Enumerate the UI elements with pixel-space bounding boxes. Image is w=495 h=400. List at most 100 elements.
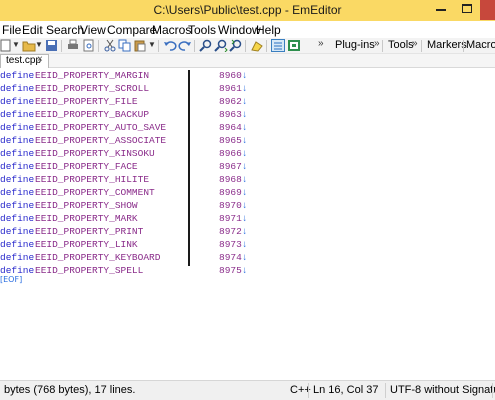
- document-tab-bar: test.cpp ×: [0, 54, 495, 68]
- toolbar-overflow-chevron[interactable]: »: [318, 38, 324, 49]
- newline-mark: ↓: [241, 174, 248, 185]
- macros-toolbar-label[interactable]: Macros: [466, 39, 495, 51]
- undo-icon[interactable]: [163, 39, 177, 52]
- macro-value-number: 8961: [219, 83, 242, 94]
- macro-value: 8971↓: [219, 212, 248, 225]
- close-button[interactable]: [480, 0, 495, 20]
- menu-view[interactable]: View: [80, 23, 106, 37]
- tab-test-cpp[interactable]: test.cpp ×: [0, 54, 49, 68]
- macro-value: 8970↓: [219, 199, 248, 212]
- newline-mark: ↓: [241, 148, 248, 159]
- menu-tools[interactable]: Tools: [188, 23, 216, 37]
- toolbar-separator: [463, 40, 464, 52]
- newline-mark: ↓: [241, 239, 248, 250]
- toggle-view-icon[interactable]: [271, 39, 285, 52]
- menu-search[interactable]: Search: [46, 23, 84, 37]
- code-line: define EEID_PROPERTY_LINK 8973↓: [0, 238, 495, 251]
- redo-icon[interactable]: [178, 39, 192, 52]
- save-icon[interactable]: [45, 39, 59, 52]
- menu-macros[interactable]: Macros: [152, 23, 191, 37]
- status-position[interactable]: Ln 16, Col 37: [313, 384, 378, 396]
- tools-overflow-chevron[interactable]: »: [412, 38, 418, 49]
- macro-value-number: 8972: [219, 226, 242, 237]
- plugins-overflow-chevron[interactable]: »: [374, 38, 380, 49]
- eof-marker: [EOF]: [0, 275, 23, 284]
- define-keyword: define: [0, 226, 35, 237]
- newline-mark: ↓: [241, 135, 248, 146]
- minimize-icon: [436, 9, 446, 11]
- macro-value: 8967↓: [219, 160, 248, 173]
- toolbar-separator: [421, 40, 422, 52]
- menu-edit[interactable]: Edit: [22, 23, 43, 37]
- highlight-icon[interactable]: [250, 39, 264, 52]
- copy-icon[interactable]: [118, 39, 132, 52]
- define-keyword: define: [0, 161, 35, 172]
- define-keyword: define: [0, 213, 35, 224]
- toolbar: ▼ ▼ ▼ » Plug-ins » Tools » Markers Macro…: [0, 38, 495, 54]
- macro-value: 8960↓: [219, 69, 248, 82]
- newline-mark: ↓: [241, 226, 248, 237]
- print-icon[interactable]: [66, 39, 80, 52]
- newline-mark: ↓: [241, 70, 248, 81]
- chevron-down-icon[interactable]: ▼: [148, 40, 156, 49]
- tools-toolbar-label[interactable]: Tools: [388, 39, 414, 51]
- newline-mark: ↓: [241, 265, 248, 276]
- newline-mark: ↓: [241, 96, 248, 107]
- define-keyword: define: [0, 252, 35, 263]
- open-folder-icon[interactable]: [22, 39, 36, 52]
- macro-name: EEID_PROPERTY_MARK: [35, 213, 138, 224]
- menu-window[interactable]: Window: [218, 23, 261, 37]
- macro-value: 8975↓: [219, 264, 248, 277]
- markers-toolbar-label[interactable]: Markers: [427, 39, 467, 51]
- tab-label: test.cpp: [6, 55, 42, 66]
- status-encoding[interactable]: UTF-8 without Signature: [390, 384, 495, 396]
- editor-area[interactable]: define EEID_PROPERTY_MARGIN 8960↓ define EEI…: [0, 68, 495, 380]
- menu-help[interactable]: Help: [256, 23, 281, 37]
- code-line: define EEID_PROPERTY_SCROLL 8961↓: [0, 82, 495, 95]
- find-prev-icon[interactable]: [229, 39, 243, 52]
- menu-file[interactable]: File: [2, 23, 21, 37]
- find-icon[interactable]: [199, 39, 213, 52]
- macro-name: EEID_PROPERTY_SPELL: [35, 265, 144, 276]
- code-line: define EEID_PROPERTY_MARGIN 8960↓: [0, 69, 495, 82]
- macro-name: EEID_PROPERTY_ASSOCIATE: [35, 135, 167, 146]
- macro-name: EEID_PROPERTY_KEYBOARD: [35, 252, 161, 263]
- macro-value-number: 8965: [219, 135, 242, 146]
- toolbar-separator: [61, 40, 62, 52]
- chevron-down-icon[interactable]: ▼: [12, 40, 20, 49]
- newline-mark: ↓: [241, 200, 248, 211]
- macro-name: EEID_PROPERTY_COMMENT: [35, 187, 155, 198]
- macro-value-number: 8970: [219, 200, 242, 211]
- newline-mark: ↓: [241, 252, 248, 263]
- macro-name: EEID_PROPERTY_KINSOKU: [35, 148, 155, 159]
- minimize-button[interactable]: [430, 0, 452, 18]
- title-bar: C:\Users\Public\test.cpp - EmEditor: [0, 0, 495, 21]
- define-keyword: define: [0, 122, 35, 133]
- macro-value: 8962↓: [219, 95, 248, 108]
- macro-value-number: 8968: [219, 174, 242, 185]
- close-icon[interactable]: ×: [37, 54, 43, 65]
- define-keyword: define: [0, 200, 35, 211]
- newline-mark: ↓: [241, 122, 248, 133]
- macro-value: 8966↓: [219, 147, 248, 160]
- toolbar-separator: [382, 40, 383, 52]
- paste-icon[interactable]: [133, 39, 147, 52]
- chevron-down-icon[interactable]: ▼: [35, 40, 43, 49]
- define-keyword: define: [0, 239, 35, 250]
- code-line: define EEID_PROPERTY_KINSOKU 8966↓: [0, 147, 495, 160]
- find-next-icon[interactable]: [214, 39, 228, 52]
- mark-icon[interactable]: [287, 39, 301, 52]
- macro-value: 8973↓: [219, 238, 248, 251]
- macro-name: EEID_PROPERTY_BACKUP: [35, 109, 150, 120]
- code-line: define EEID_PROPERTY_FACE 8967↓: [0, 160, 495, 173]
- define-keyword: define: [0, 174, 35, 185]
- macro-value-number: 8960: [219, 70, 242, 81]
- maximize-button[interactable]: [455, 0, 479, 18]
- menu-compare[interactable]: Compare: [107, 23, 156, 37]
- print-preview-icon[interactable]: [82, 39, 96, 52]
- define-keyword: define: [0, 148, 35, 159]
- plugins-toolbar-label[interactable]: Plug-ins: [335, 39, 375, 51]
- window-title: C:\Users\Public\test.cpp - EmEditor: [153, 3, 342, 17]
- macro-value: 8963↓: [219, 108, 248, 121]
- cut-icon[interactable]: [103, 39, 117, 52]
